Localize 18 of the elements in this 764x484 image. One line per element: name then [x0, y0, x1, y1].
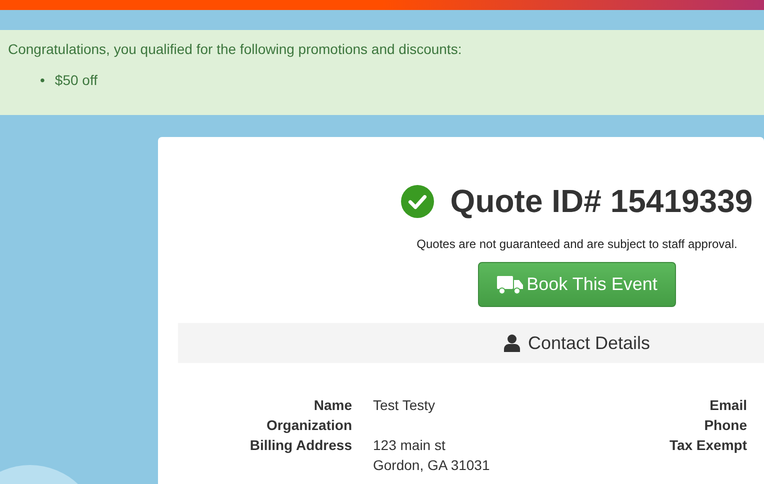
alert-message: Congratulations, you qualified for the following promotions and discounts: [8, 40, 463, 59]
user-icon [504, 334, 520, 352]
section-title: Contact Details [528, 332, 650, 354]
field-label: Name [312, 396, 352, 415]
quote-note: Quotes are not guaranteed and are subject to staff approval. [416, 237, 738, 251]
truck-icon [496, 274, 523, 294]
field-label: Organization [265, 416, 352, 435]
field-value: Gordon, GA 31031 [373, 456, 491, 475]
bullet: • [40, 71, 45, 90]
field-label: Phone [703, 416, 747, 435]
field-value: Test Testy [373, 396, 436, 415]
quote-title: Quote ID# 15419339 [450, 182, 753, 221]
field-value: 123 main st [373, 436, 446, 455]
field-label: Billing Address [248, 436, 352, 455]
field-label: Email [708, 396, 747, 415]
field-label: Tax Exempt [668, 436, 747, 455]
book-event-button[interactable]: Book This Event [478, 262, 676, 307]
promotion-item: $50 off [54, 71, 98, 90]
